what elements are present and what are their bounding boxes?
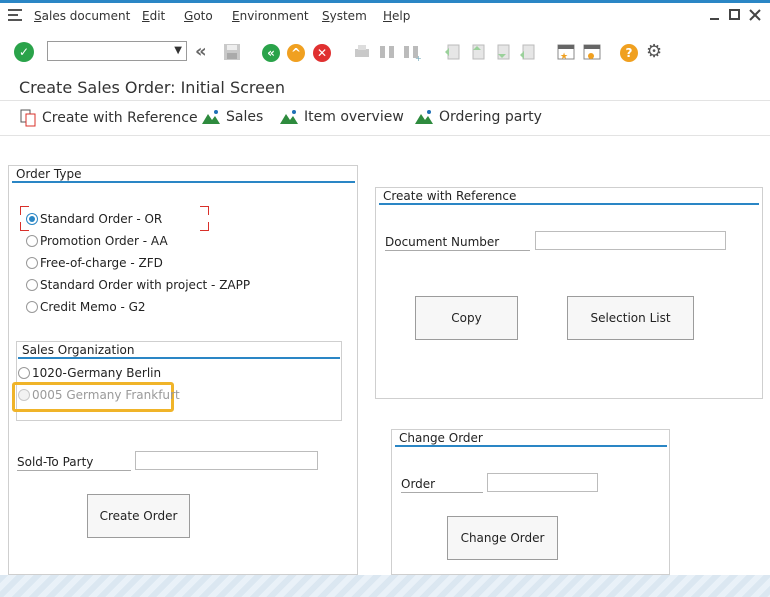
document-number-input[interactable] [535, 231, 726, 250]
new-session-icon[interactable]: ★ [556, 42, 576, 62]
label-underline [401, 492, 483, 493]
radio-standard-order-project[interactable] [26, 279, 38, 291]
sales-organization-divider [18, 357, 340, 359]
menu-help[interactable]: Help [383, 9, 410, 23]
double-chevron-left-icon[interactable]: « [195, 41, 207, 62]
command-field[interactable]: ▼ [47, 41, 187, 61]
radio-label: 0005 Germany Frankfurt [32, 388, 180, 402]
svg-text:+: + [415, 54, 421, 62]
menu-icon[interactable] [8, 9, 24, 21]
radio-label: Credit Memo - G2 [40, 300, 146, 314]
mountain-icon [415, 110, 433, 124]
change-order-title: Change Order [399, 431, 483, 445]
exit-icon[interactable]: ^ [287, 44, 305, 62]
sales-organization-title: Sales Organization [22, 343, 135, 357]
sales-label: Sales [226, 109, 264, 125]
help-icon[interactable]: ? [620, 44, 638, 62]
close-icon[interactable] [748, 8, 762, 22]
label-underline [385, 250, 530, 251]
item-overview-label: Item overview [304, 109, 404, 125]
bottom-hatch [0, 575, 770, 597]
radio-label: Standard Order with project - ZAPP [40, 278, 251, 292]
copy-document-icon [20, 109, 36, 127]
order-type-divider [12, 181, 355, 183]
radio-promotion-order[interactable] [26, 235, 38, 247]
radio-label: 1020-Germany Berlin [32, 366, 162, 380]
svg-text:★: ★ [560, 52, 568, 62]
focus-bracket [200, 206, 209, 215]
order-label: Order [401, 477, 436, 491]
menu-system[interactable]: System [322, 9, 367, 23]
menu-sales-document[interactable]: Sales document [34, 9, 130, 23]
order-type-title: Order Type [16, 167, 82, 181]
last-page-icon[interactable] [517, 42, 537, 62]
order-input[interactable] [487, 473, 598, 492]
radio-label: Free-of-charge - ZFD [40, 256, 163, 270]
previous-page-icon[interactable] [467, 42, 487, 62]
create-with-reference-title: Create with Reference [383, 189, 517, 203]
label-underline [17, 470, 131, 471]
create-order-button[interactable]: Create Order [87, 494, 190, 538]
item-overview-button[interactable]: Item overview [280, 109, 404, 125]
sales-overview-button[interactable]: Sales [202, 109, 263, 125]
chevron-down-icon[interactable]: ▼ [174, 45, 182, 56]
shortcut-icon[interactable] [582, 42, 602, 62]
minimize-icon[interactable] [708, 8, 722, 22]
ordering-party-button[interactable]: Ordering party [415, 109, 542, 125]
ordering-party-label: Ordering party [439, 109, 542, 125]
change-order-button[interactable]: Change Order [447, 516, 558, 560]
menu-goto[interactable]: Goto [184, 9, 213, 23]
create-with-reference-group [375, 187, 763, 399]
radio-label: Promotion Order - AA [40, 234, 168, 248]
sold-to-party-input[interactable] [135, 451, 318, 470]
change-order-divider [395, 445, 667, 447]
save-icon[interactable] [222, 42, 242, 62]
maximize-icon[interactable] [728, 8, 742, 22]
mountain-icon [280, 110, 298, 124]
create-with-reference-button[interactable]: Create with Reference [20, 109, 198, 127]
create-with-reference-label: Create with Reference [42, 110, 198, 126]
create-with-reference-divider [379, 203, 759, 205]
settings-gear-icon[interactable]: ⚙ [646, 41, 662, 62]
radio-credit-memo[interactable] [26, 301, 38, 313]
menu-environment[interactable]: Environment [232, 9, 309, 23]
enter-check-icon[interactable]: ✓ [14, 42, 34, 62]
radio-germany-frankfurt[interactable] [18, 389, 30, 401]
page-title: Create Sales Order: Initial Screen [19, 78, 285, 97]
find-icon[interactable] [377, 42, 397, 62]
focus-bracket [200, 222, 209, 231]
first-page-icon[interactable] [442, 42, 462, 62]
cancel-icon[interactable]: ✕ [313, 44, 331, 62]
back-icon[interactable]: « [262, 44, 280, 62]
next-page-icon[interactable] [492, 42, 512, 62]
document-number-label: Document Number [385, 235, 500, 249]
sold-to-party-label: Sold-To Party [17, 455, 94, 469]
find-next-icon[interactable]: + [401, 42, 421, 62]
copy-button[interactable]: Copy [415, 296, 518, 340]
radio-free-of-charge[interactable] [26, 257, 38, 269]
radio-label: Standard Order - OR [40, 212, 163, 226]
print-icon[interactable] [352, 42, 372, 62]
menu-edit[interactable]: Edit [142, 9, 165, 23]
radio-standard-order[interactable] [26, 213, 38, 225]
radio-germany-berlin[interactable] [18, 367, 30, 379]
mountain-icon [202, 110, 220, 124]
selection-list-button[interactable]: Selection List [567, 296, 694, 340]
